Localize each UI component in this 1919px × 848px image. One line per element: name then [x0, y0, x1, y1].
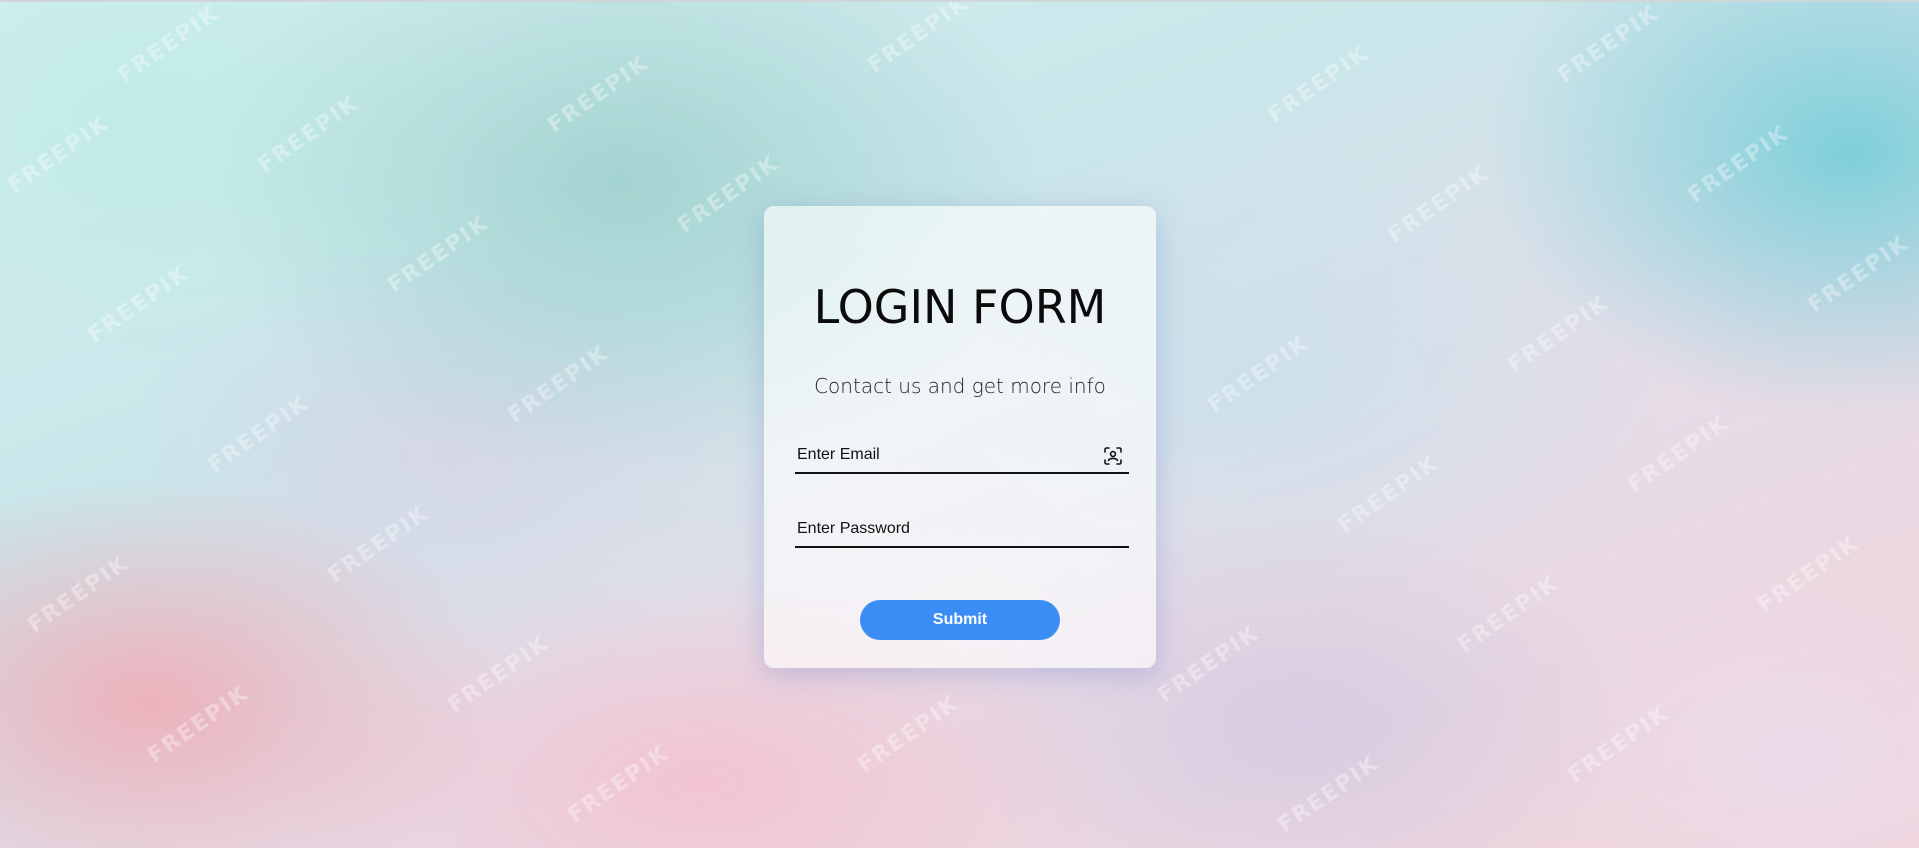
scan-person-icon[interactable] — [1103, 446, 1123, 466]
login-form-card: LOGIN FORM Contact us and get more info … — [764, 206, 1156, 668]
watermark: FREEPIK — [83, 260, 194, 349]
watermark: FREEPIK — [503, 340, 614, 429]
watermark: FREEPIK — [3, 110, 114, 199]
watermark: FREEPIK — [1453, 570, 1564, 659]
watermark: FREEPIK — [23, 550, 134, 639]
watermark: FREEPIK — [1803, 230, 1914, 319]
watermark: FREEPIK — [113, 0, 224, 89]
watermark: FREEPIK — [1753, 530, 1864, 619]
watermark: FREEPIK — [1623, 410, 1734, 499]
watermark: FREEPIK — [323, 500, 434, 589]
email-input[interactable] — [795, 438, 1129, 472]
watermark: FREEPIK — [143, 680, 254, 769]
watermark: FREEPIK — [1503, 290, 1614, 379]
watermark: FREEPIK — [1263, 40, 1374, 129]
email-field-wrapper — [795, 438, 1129, 474]
watermark: FREEPIK — [1563, 700, 1674, 789]
submit-button[interactable]: Submit — [860, 600, 1060, 640]
form-title: LOGIN FORM — [813, 280, 1107, 334]
form-subtitle: Contact us and get more info — [814, 374, 1106, 398]
watermark: FREEPIK — [863, 0, 974, 79]
watermark: FREEPIK — [1153, 620, 1264, 709]
watermark: FREEPIK — [1683, 120, 1794, 209]
watermark: FREEPIK — [253, 90, 364, 179]
page-background: FREEPIK FREEPIK FREEPIK FREEPIK FREEPIK … — [0, 0, 1919, 848]
watermark: FREEPIK — [853, 690, 964, 779]
watermark: FREEPIK — [443, 630, 554, 719]
watermark: FREEPIK — [1273, 750, 1384, 839]
watermark: FREEPIK — [543, 50, 654, 139]
watermark: FREEPIK — [383, 210, 494, 299]
watermark: FREEPIK — [1553, 0, 1664, 89]
password-input[interactable] — [795, 512, 1129, 546]
password-field-wrapper — [795, 512, 1129, 548]
watermark: FREEPIK — [1383, 160, 1494, 249]
watermark: FREEPIK — [1203, 330, 1314, 419]
watermark: FREEPIK — [563, 740, 674, 829]
watermark: FREEPIK — [203, 390, 314, 479]
watermark: FREEPIK — [1333, 450, 1444, 539]
